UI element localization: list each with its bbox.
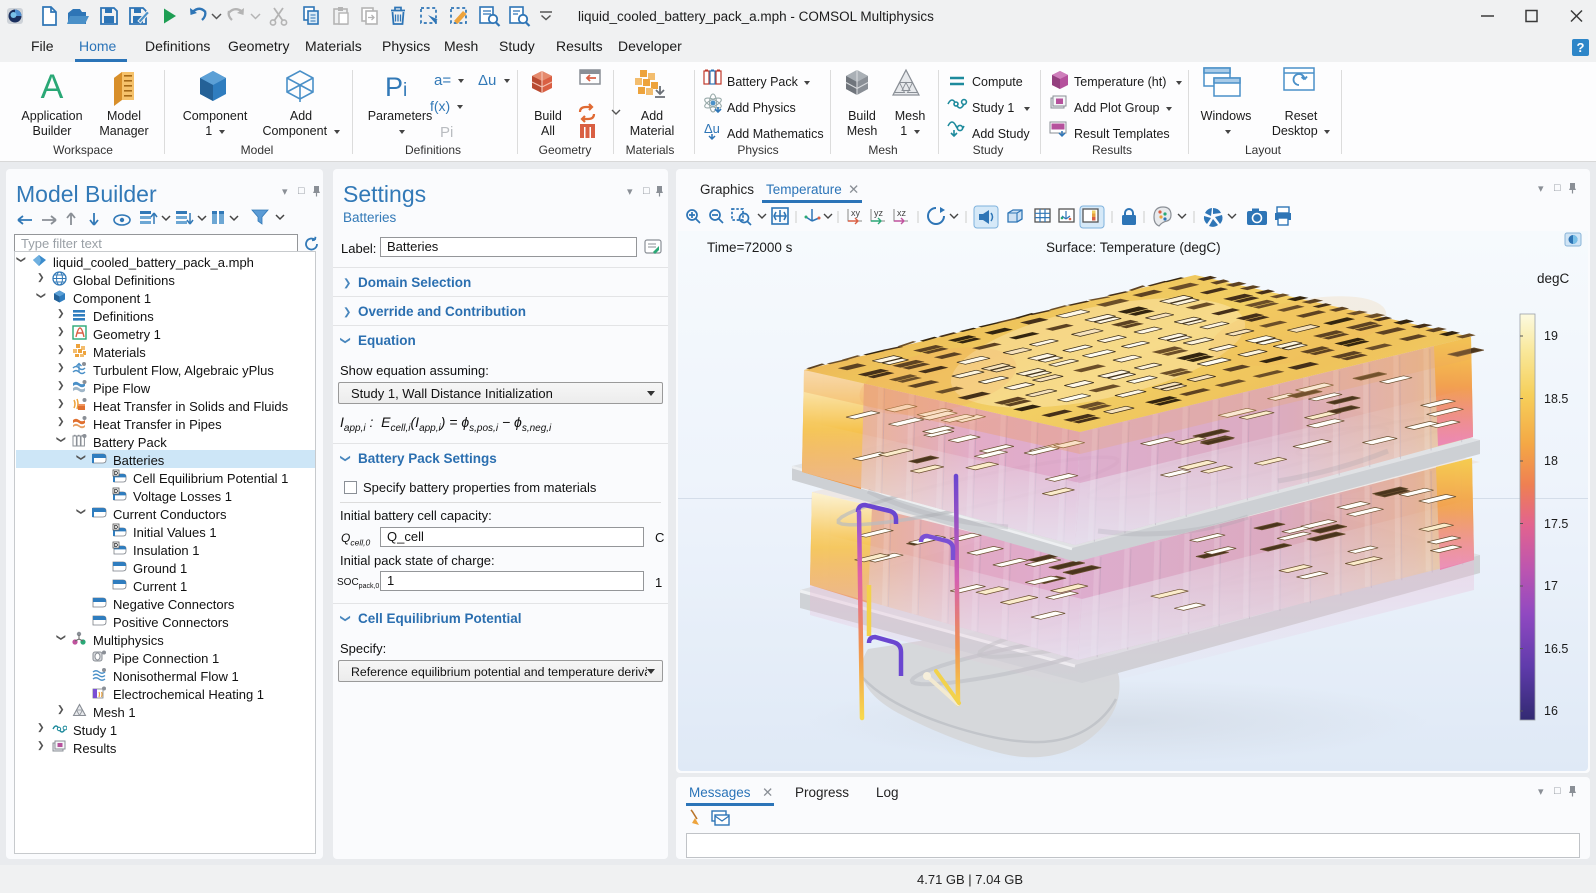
svg-text:18.5: 18.5 bbox=[1544, 392, 1568, 406]
svg-text:16.5: 16.5 bbox=[1544, 642, 1568, 656]
svg-text:18: 18 bbox=[1544, 454, 1558, 468]
svg-text:Time=72000 s: Time=72000 s bbox=[707, 240, 793, 255]
svg-text:19: 19 bbox=[1544, 329, 1558, 343]
svg-text:17.5: 17.5 bbox=[1544, 517, 1568, 531]
svg-text:16: 16 bbox=[1544, 704, 1558, 718]
svg-text:Δu: Δu bbox=[704, 121, 720, 136]
svg-text:degC: degC bbox=[1537, 271, 1570, 286]
svg-text:Surface: Temperature (degC): Surface: Temperature (degC) bbox=[1046, 240, 1221, 255]
svg-text:yz: yz bbox=[874, 208, 884, 218]
svg-text:17: 17 bbox=[1544, 579, 1558, 593]
svg-text:A: A bbox=[41, 68, 64, 106]
svg-text:xz: xz bbox=[897, 208, 907, 218]
svg-text:xy: xy bbox=[851, 208, 861, 218]
